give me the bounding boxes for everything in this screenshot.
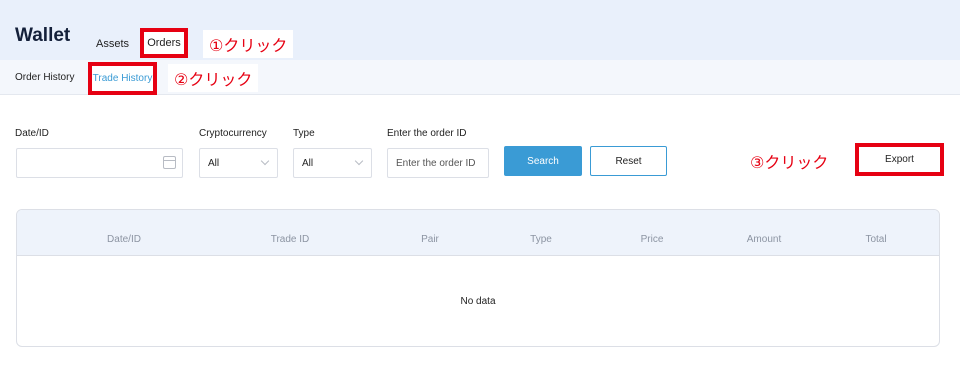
tab-orders[interactable]: Orders (140, 28, 188, 58)
column-header-amount: Amount (746, 234, 782, 245)
type-select[interactable]: All (293, 148, 372, 178)
column-header-date-id: Date/ID (107, 234, 141, 245)
column-header-price: Price (640, 234, 664, 245)
cryptocurrency-label: Cryptocurrency (199, 128, 267, 139)
tab-orders-label: Orders (147, 37, 181, 49)
column-header-type: Type (530, 234, 552, 245)
order-id-label: Enter the order ID (387, 128, 467, 139)
annotation-step-3: ③クリック (744, 147, 835, 175)
column-header-trade-id: Trade ID (270, 234, 310, 245)
subnav-trade-history-label: Trade History (92, 73, 153, 84)
date-picker-field[interactable] (16, 148, 183, 178)
type-label: Type (293, 128, 315, 139)
search-button[interactable]: Search (504, 146, 582, 176)
order-id-input[interactable] (387, 148, 489, 178)
trade-history-table: Date/ID Trade ID Pair Type Price Amount … (16, 209, 940, 347)
annotation-step-1: ①クリック (203, 30, 294, 58)
chevron-down-icon (260, 156, 270, 166)
calendar-icon[interactable] (163, 156, 176, 169)
column-header-pair: Pair (421, 234, 439, 245)
type-value: All (302, 158, 314, 169)
annotation-step-2: ②クリック (168, 64, 259, 92)
subnav-trade-history[interactable]: Trade History (88, 62, 157, 95)
chevron-down-icon (354, 156, 364, 166)
cryptocurrency-select[interactable]: All (199, 148, 278, 178)
page-title: Wallet (15, 25, 71, 46)
column-header-total: Total (865, 234, 887, 245)
subnav-order-history[interactable]: Order History (15, 72, 74, 83)
tab-assets[interactable]: Assets (96, 38, 129, 50)
empty-state-text: No data (460, 296, 496, 307)
cryptocurrency-value: All (208, 158, 220, 169)
date-label: Date/ID (15, 128, 49, 139)
table-header: Date/ID Trade ID Pair Type Price Amount … (17, 210, 939, 256)
export-button[interactable]: Export (855, 143, 944, 176)
reset-button[interactable]: Reset (590, 146, 667, 176)
